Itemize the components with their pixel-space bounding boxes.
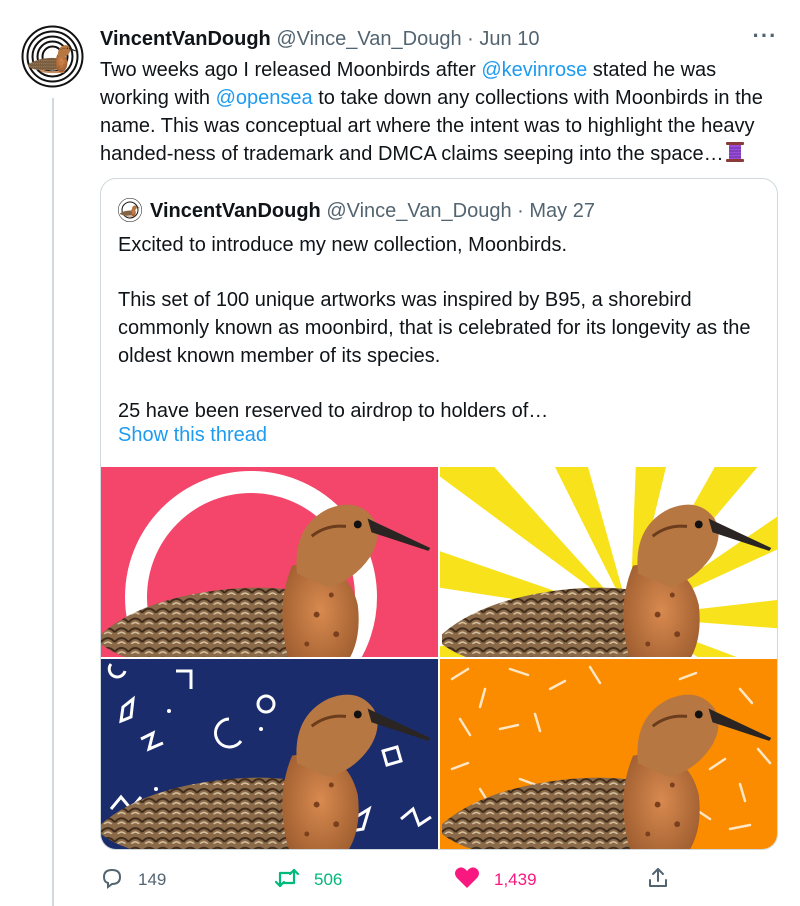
author-avatar[interactable] <box>20 24 85 89</box>
moonbird-image-yellow[interactable] <box>440 467 777 657</box>
tweet-header: VincentVanDough @Vince_Van_Dough · Jun 1… <box>100 24 780 54</box>
reply-count: 149 <box>138 870 167 889</box>
like-button[interactable]: 1,439 <box>454 862 537 898</box>
like-count: 1,439 <box>494 870 537 889</box>
moonbird-image-orange[interactable] <box>440 659 777 849</box>
heart-icon <box>454 866 480 895</box>
quote-avatar <box>118 198 142 222</box>
retweet-icon <box>274 866 300 895</box>
retweet-button[interactable]: 506 <box>274 862 342 898</box>
mention-kevinrose[interactable]: @kevinrose <box>481 59 587 81</box>
quote-paragraph: This set of 100 unique artworks was insp… <box>118 289 751 367</box>
tweet-actions: 149 506 1,439 <box>100 862 680 898</box>
separator-dot: · <box>467 28 474 50</box>
mention-opensea[interactable]: @opensea <box>216 87 313 109</box>
moonbird-image-navy[interactable] <box>101 659 438 849</box>
quote-author-name: VincentVanDough <box>150 200 321 222</box>
quote-paragraph: Excited to introduce my new collection, … <box>118 234 568 256</box>
share-icon <box>646 866 670 895</box>
tweet-text-part: Two weeks ago I released Moonbirds after <box>100 59 482 81</box>
author-name[interactable]: VincentVanDough <box>100 28 271 50</box>
retweet-count: 506 <box>314 870 343 889</box>
moonbird-image-pink[interactable] <box>101 467 438 657</box>
more-icon[interactable]: ··· <box>750 24 780 54</box>
quote-date: May 27 <box>529 200 595 222</box>
media-grid <box>101 467 777 849</box>
reply-icon <box>100 866 124 895</box>
tweet-date[interactable]: Jun 10 <box>479 28 539 50</box>
share-button[interactable] <box>646 862 670 898</box>
tweet-text: Two weeks ago I released Moonbirds after… <box>100 56 790 171</box>
show-thread-link[interactable]: Show this thread <box>118 421 267 449</box>
thread-line <box>52 98 54 906</box>
quote-author-handle: @Vince_Van_Dough <box>326 200 512 222</box>
quote-header: VincentVanDough @Vince_Van_Dough · May 2… <box>118 197 595 225</box>
quoted-tweet[interactable]: VincentVanDough @Vince_Van_Dough · May 2… <box>100 178 778 850</box>
separator-dot: · <box>517 200 524 222</box>
author-handle[interactable]: @Vince_Van_Dough <box>276 28 461 50</box>
thread-spool-icon <box>725 141 745 171</box>
reply-button[interactable]: 149 <box>100 862 166 898</box>
quote-text: Excited to introduce my new collection, … <box>118 231 768 425</box>
